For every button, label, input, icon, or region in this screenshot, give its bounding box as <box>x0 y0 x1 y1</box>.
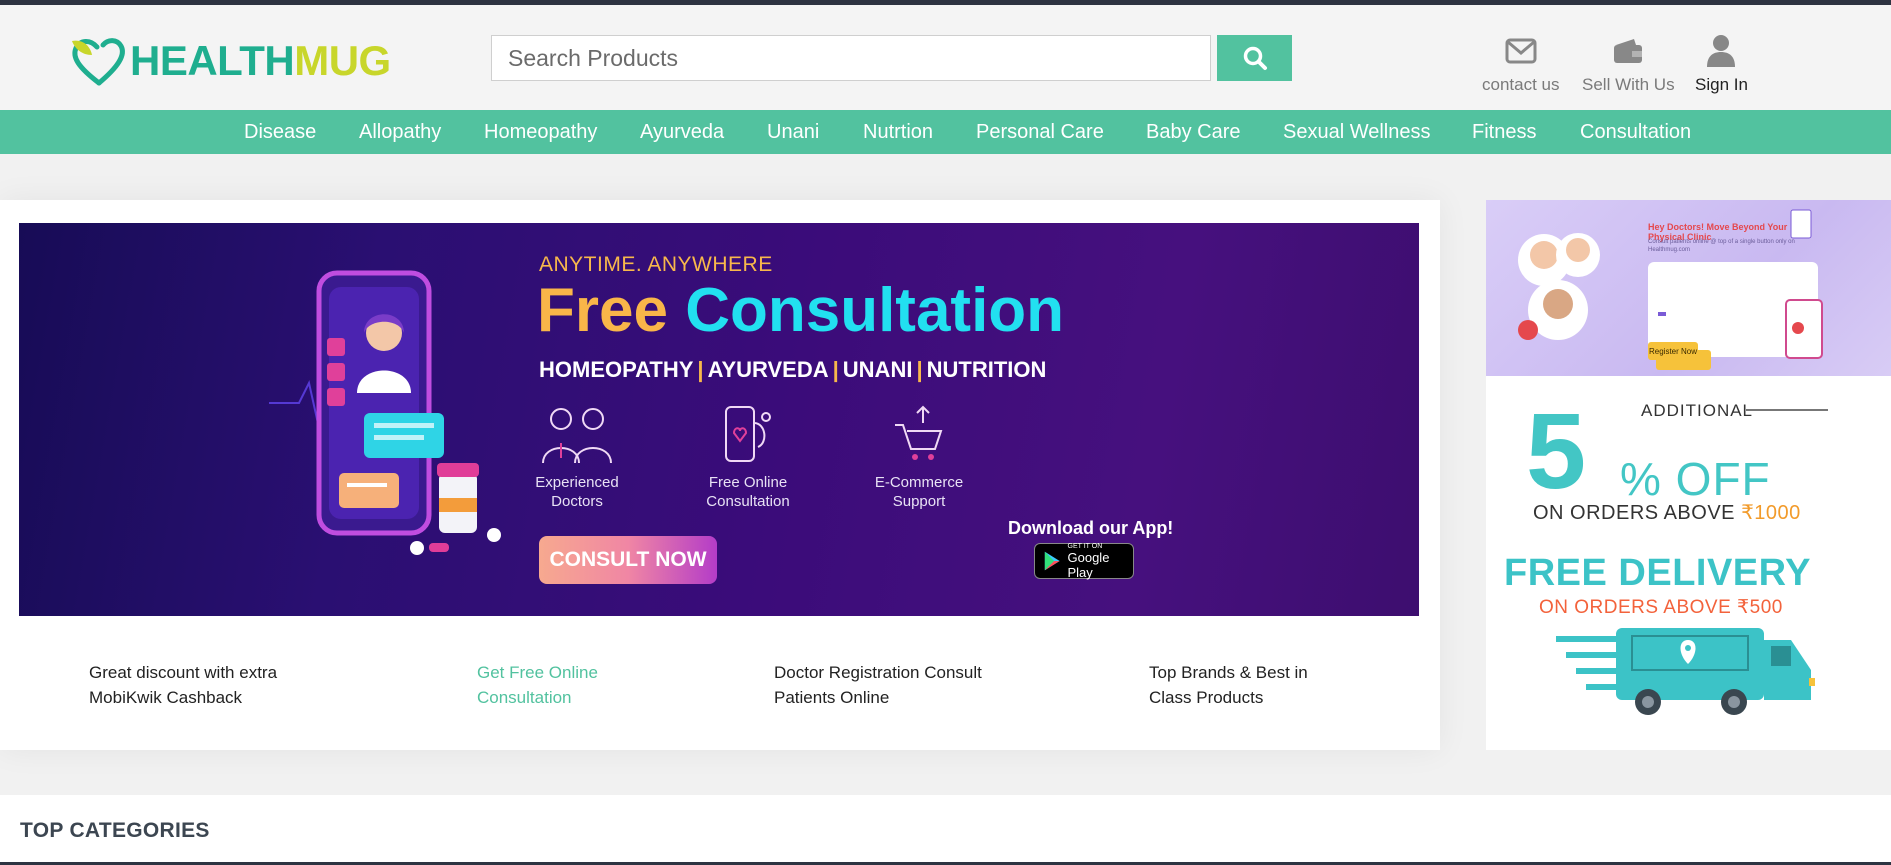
nav-item-sexual-wellness[interactable]: Sexual Wellness <box>1283 110 1430 154</box>
site-logo[interactable]: HEALTHMUG <box>70 33 391 89</box>
mail-icon <box>1505 38 1537 64</box>
nav-item-personal-care[interactable]: Personal Care <box>976 110 1104 154</box>
additional-label: ADDITIONAL <box>1641 401 1754 420</box>
banner-feature-ecommerce: E-Commerce Support <box>859 403 979 511</box>
banner-feature-consultation: Free Online Consultation <box>688 403 808 511</box>
logo-wordmark: HEALTHMUG <box>130 37 391 84</box>
highlight-mobikwik[interactable]: Great discount with extra MobiKwik Cashba… <box>89 660 277 710</box>
discount-delivery-promo[interactable]: ADDITIONAL 5 % OFF ON ORDERS ABOVE ₹1000… <box>1486 376 1891 750</box>
top-categories-title: TOP CATEGORIES <box>20 819 210 842</box>
highlight-doctor-registration[interactable]: Doctor Registration Consult Patients Onli… <box>774 660 982 710</box>
additional-divider <box>1746 409 1828 411</box>
nav-item-homeopathy[interactable]: Homeopathy <box>484 110 597 154</box>
nav-item-disease[interactable]: Disease <box>244 110 316 154</box>
banner-systems: HOMEOPATHY | AYURVEDA | UNANI | NUTRITION <box>539 357 1047 382</box>
google-play-badge[interactable]: GET IT ON Google Play <box>1034 543 1134 580</box>
banner-title: Free Consultation <box>537 276 1065 345</box>
consult-now-button[interactable]: CONSULT NOW <box>539 536 717 584</box>
discount-percent: 5 <box>1526 390 1587 511</box>
wallet-icon <box>1614 39 1643 63</box>
category-nav: Disease Allopathy Homeopathy Ayurveda Un… <box>0 110 1891 154</box>
search-bar <box>491 35 1292 81</box>
contact-us-label: contact us <box>1482 75 1560 94</box>
sell-with-us-label: Sell With Us <box>1582 75 1675 94</box>
delivery-truck-icon <box>1556 628 1815 715</box>
heart-leaf-logo-icon <box>72 38 125 86</box>
cart-icon <box>895 405 943 460</box>
nav-item-unani[interactable]: Unani <box>767 110 819 154</box>
sign-in-label: Sign In <box>1695 75 1748 94</box>
user-icon <box>1707 35 1736 67</box>
search-button[interactable] <box>1217 35 1292 81</box>
nav-item-ayurveda[interactable]: Ayurveda <box>640 110 724 154</box>
highlight-free-consultation[interactable]: Get Free Online Consultation <box>477 660 598 710</box>
free-consultation-banner[interactable]: ANYTIME. ANYWHERE Free Consultation HOME… <box>19 223 1419 616</box>
register-now-button[interactable]: Register Now <box>1648 342 1698 360</box>
banner-kicker: ANYTIME. ANYWHERE <box>539 253 773 276</box>
delivery-condition: ON ORDERS ABOVE ₹500 <box>1539 597 1783 618</box>
promo-top-sub: Consult patients online @ top of a singl… <box>1648 239 1795 253</box>
search-input[interactable] <box>491 35 1211 81</box>
discount-off-label: % OFF <box>1620 453 1771 505</box>
contact-us-link[interactable]: contact us <box>1482 33 1560 95</box>
nav-item-baby-care[interactable]: Baby Care <box>1146 110 1241 154</box>
doctors-icon <box>542 408 612 464</box>
download-app-label: Download our App! <box>1008 518 1174 538</box>
hero-card: ANYTIME. ANYWHERE Free Consultation HOME… <box>0 200 1440 750</box>
nav-item-fitness[interactable]: Fitness <box>1472 110 1536 154</box>
discount-condition: ON ORDERS ABOVE ₹1000 <box>1533 502 1801 524</box>
highlight-top-brands[interactable]: Top Brands & Best in Class Products <box>1149 660 1308 710</box>
search-icon <box>1243 46 1267 70</box>
nav-item-allopathy[interactable]: Allopathy <box>359 110 441 154</box>
nav-item-consultation[interactable]: Consultation <box>1580 110 1691 154</box>
play-store-icon <box>1044 551 1060 571</box>
doctor-register-promo[interactable]: Hey Doctors! Move Beyond Your Physical C… <box>1486 200 1891 376</box>
phone-stethoscope-icon <box>725 406 771 462</box>
top-categories-section: TOP CATEGORIES <box>0 795 1891 865</box>
sign-in-link[interactable]: Sign In <box>1695 33 1748 95</box>
nav-item-nutrition[interactable]: Nutrtion <box>863 110 933 154</box>
site-header: HEALTHMUG contact us Sell With <box>0 5 1891 110</box>
banner-feature-doctors: Experienced Doctors <box>517 403 637 511</box>
phone-doctor-illustration-icon <box>269 270 501 555</box>
sell-with-us-link[interactable]: Sell With Us <box>1582 33 1675 95</box>
free-delivery-label: FREE DELIVERY <box>1504 552 1812 594</box>
